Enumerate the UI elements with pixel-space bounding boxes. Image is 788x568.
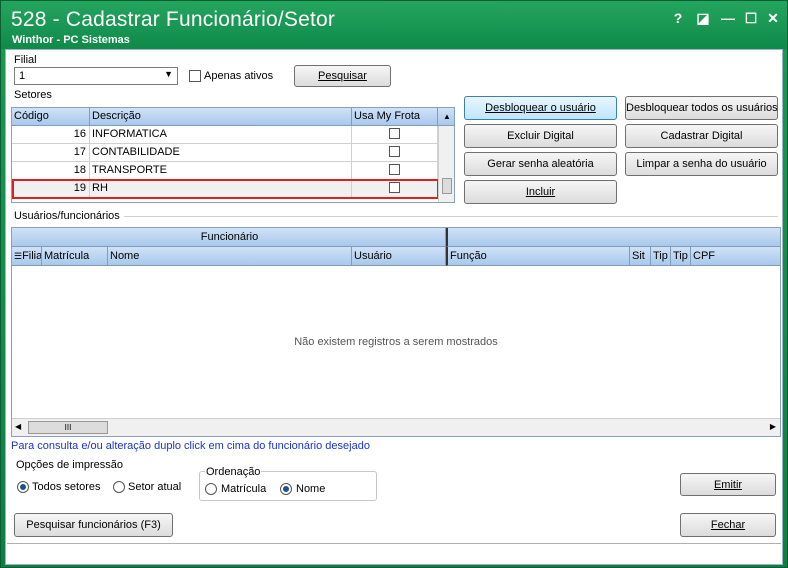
row-frota-cell bbox=[352, 162, 438, 180]
help-icon[interactable]: ? bbox=[668, 9, 688, 27]
gerar-senha-label: Gerar senha aleatória bbox=[487, 158, 594, 170]
usuarios-divider bbox=[124, 216, 778, 217]
filial-select[interactable]: 1 ▼ bbox=[14, 67, 178, 85]
app-window: 528 - Cadastrar Funcionário/Setor Wintho… bbox=[0, 0, 788, 568]
client-area: Filial 1 ▼ Apenas ativos Pesquisar Setor… bbox=[5, 49, 783, 565]
desbloquear-usuario-label: Desbloquear o usuário bbox=[485, 102, 596, 114]
limpar-senha-label: Limpar a senha do usuário bbox=[636, 158, 767, 170]
usa-my-frota-checkbox[interactable] bbox=[389, 164, 400, 175]
scroll-left-icon[interactable]: ◀ bbox=[15, 422, 21, 431]
row-descricao: INFORMATICA bbox=[90, 126, 352, 144]
excluir-digital-button[interactable]: Excluir Digital bbox=[464, 124, 617, 148]
emitir-button[interactable]: Emitir bbox=[680, 473, 776, 496]
col-cpf[interactable]: CPF bbox=[691, 247, 780, 266]
col-codigo[interactable]: Código bbox=[12, 108, 90, 126]
selection-highlight bbox=[12, 179, 439, 199]
grip-icon: ☰ bbox=[14, 251, 23, 261]
todos-setores-label: Todos setores bbox=[32, 481, 101, 493]
ordenacao-label: Ordenação bbox=[205, 466, 262, 478]
setor-atual-radio[interactable] bbox=[113, 481, 125, 493]
status-bar bbox=[7, 543, 781, 563]
scrollbar-thumb[interactable] bbox=[442, 178, 452, 194]
col-usa-my-frota[interactable]: Usa My Frota bbox=[352, 108, 438, 126]
window-subtitle: Winthor - PC Sistemas bbox=[12, 34, 130, 46]
apenas-ativos-label: Apenas ativos bbox=[204, 70, 274, 82]
setores-label: Setores bbox=[14, 89, 52, 101]
close-icon[interactable]: ✕ bbox=[763, 9, 783, 27]
desbloquear-todos-button[interactable]: Desbloquear todos os usuários bbox=[625, 96, 778, 120]
col-descricao[interactable]: Descrição bbox=[90, 108, 352, 126]
cadastrar-digital-label: Cadastrar Digital bbox=[660, 130, 743, 142]
emitir-label: Emitir bbox=[713, 478, 743, 491]
col-filial[interactable]: ☰Filia bbox=[12, 247, 42, 266]
setores-scrollbar[interactable] bbox=[438, 126, 454, 202]
maximize-icon[interactable]: ☐ bbox=[741, 9, 761, 27]
pesquisar-funcionarios-label: Pesquisar funcionários (F3) bbox=[26, 519, 161, 531]
limpar-senha-button[interactable]: Limpar a senha do usuário bbox=[625, 152, 778, 176]
impressao-label: Opções de impressão bbox=[16, 459, 123, 471]
usa-my-frota-checkbox[interactable] bbox=[389, 128, 400, 139]
minimize-icon[interactable]: — bbox=[718, 9, 738, 27]
desbloquear-todos-label: Desbloquear todos os usuários bbox=[626, 102, 778, 114]
group-funcionario: Funcionário bbox=[12, 228, 446, 247]
matricula-label: Matrícula bbox=[221, 483, 267, 495]
col-filial-label: Filia bbox=[22, 250, 42, 262]
scroll-right-icon[interactable]: ▶ bbox=[770, 422, 776, 431]
scroll-up-icon[interactable]: ▲ bbox=[438, 108, 454, 126]
row-codigo: 16 bbox=[12, 126, 90, 144]
matricula-radio[interactable] bbox=[205, 483, 217, 495]
chevron-down-icon: ▼ bbox=[164, 69, 173, 79]
nome-label: Nome bbox=[296, 483, 326, 495]
hint-text: Para consulta e/ou alteração duplo click… bbox=[11, 440, 370, 452]
usuarios-label: Usuários/funcionários bbox=[14, 210, 120, 222]
hscroll-thumb[interactable]: III bbox=[28, 421, 108, 434]
excluir-digital-label: Excluir Digital bbox=[507, 130, 574, 142]
row-frota-cell bbox=[352, 126, 438, 144]
setores-grid: Código Descrição Usa My Frota ▲ 16 INFOR… bbox=[11, 107, 455, 203]
fechar-button[interactable]: Fechar bbox=[680, 513, 776, 537]
resize-icon[interactable]: ◪ bbox=[693, 9, 713, 27]
col-funcao[interactable]: Função bbox=[446, 247, 630, 266]
col-matricula[interactable]: Matrícula bbox=[42, 247, 108, 266]
row-codigo: 18 bbox=[12, 162, 90, 180]
fechar-label: Fechar bbox=[710, 519, 746, 531]
col-usuario[interactable]: Usuário bbox=[352, 247, 446, 266]
filial-label: Filial bbox=[14, 54, 37, 66]
pesquisar-funcionarios-button[interactable]: Pesquisar funcionários (F3) bbox=[14, 513, 173, 537]
desbloquear-usuario-button[interactable]: Desbloquear o usuário bbox=[464, 96, 617, 120]
incluir-button[interactable]: Incluir bbox=[464, 180, 617, 204]
col-tip-2[interactable]: Tip bbox=[671, 247, 691, 266]
window-title: 528 - Cadastrar Funcionário/Setor bbox=[11, 8, 336, 31]
setor-atual-label: Setor atual bbox=[128, 481, 182, 493]
apenas-ativos-checkbox[interactable] bbox=[189, 70, 201, 82]
usa-my-frota-checkbox[interactable] bbox=[389, 146, 400, 157]
col-sit[interactable]: Sit bbox=[630, 247, 651, 266]
row-descricao: CONTABILIDADE bbox=[90, 144, 352, 162]
gerar-senha-button[interactable]: Gerar senha aleatória bbox=[464, 152, 617, 176]
col-tip-1[interactable]: Tip bbox=[651, 247, 671, 266]
group-empty bbox=[446, 228, 780, 247]
usuarios-hscrollbar[interactable]: ◀ III ▶ bbox=[12, 418, 780, 436]
nome-radio[interactable] bbox=[280, 483, 292, 495]
pesquisar-label: Pesquisar bbox=[318, 70, 367, 82]
row-codigo: 17 bbox=[12, 144, 90, 162]
row-frota-cell bbox=[352, 144, 438, 162]
col-nome[interactable]: Nome bbox=[108, 247, 352, 266]
pesquisar-button[interactable]: Pesquisar bbox=[294, 65, 391, 87]
incluir-label: Incluir bbox=[525, 186, 556, 198]
row-descricao: TRANSPORTE bbox=[90, 162, 352, 180]
filial-value: 1 bbox=[19, 70, 26, 82]
usuarios-grid: Funcionário ☰Filia Matrícula Nome Usuári… bbox=[11, 227, 781, 437]
cadastrar-digital-button[interactable]: Cadastrar Digital bbox=[625, 124, 778, 148]
empty-message: Não existem registros a serem mostrados bbox=[294, 336, 498, 348]
todos-setores-radio[interactable] bbox=[17, 481, 29, 493]
title-bar: 528 - Cadastrar Funcionário/Setor Wintho… bbox=[1, 1, 787, 49]
